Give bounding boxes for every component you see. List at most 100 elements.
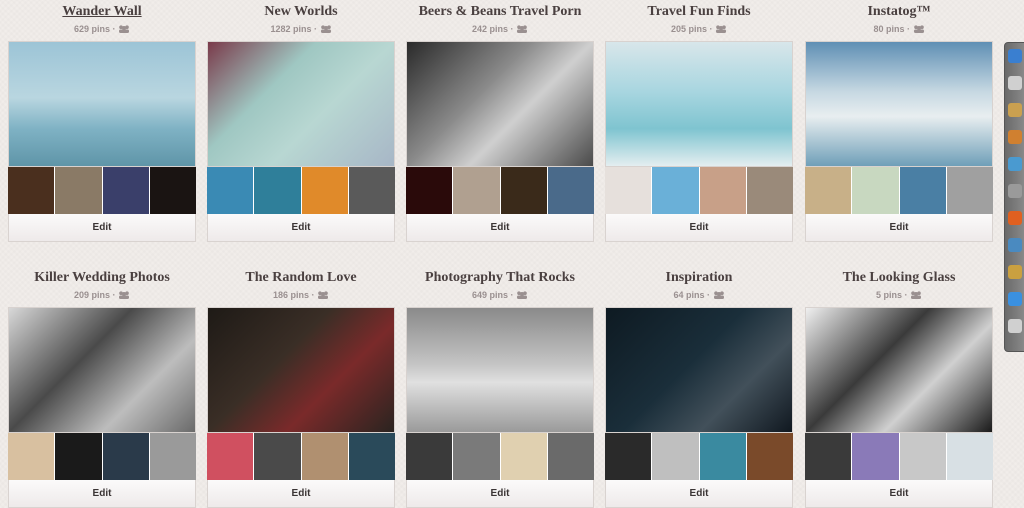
board-thumbnail[interactable] (55, 433, 102, 480)
board-cover-image[interactable] (207, 41, 395, 167)
board-thumbnail[interactable] (348, 167, 395, 214)
edit-board-button[interactable]: Edit (207, 480, 395, 508)
dock-app-icon[interactable] (1008, 319, 1022, 333)
board-thumbnail[interactable] (805, 167, 852, 214)
board-title[interactable]: New Worlds (207, 4, 395, 20)
board-thumbnail[interactable] (453, 433, 500, 480)
dock-app-icon[interactable] (1008, 103, 1022, 117)
board-thumbnail[interactable] (547, 433, 594, 480)
board-thumbnail[interactable] (946, 167, 993, 214)
board-title[interactable]: Beers & Beans Travel Porn (406, 4, 594, 20)
board-thumbnails (207, 167, 395, 214)
board-pin-count: 64 pins · (605, 290, 793, 300)
edit-board-button[interactable]: Edit (8, 214, 196, 242)
board-thumbnail[interactable] (254, 167, 301, 214)
board-pin-count: 1282 pins · (207, 24, 395, 34)
board-thumbnail[interactable] (406, 433, 453, 480)
board-thumbnail[interactable] (852, 433, 899, 480)
pin-count-label: 5 pins · (875, 290, 910, 300)
dock-app-icon[interactable] (1008, 49, 1022, 63)
edit-board-button[interactable]: Edit (207, 214, 395, 242)
board-thumbnail[interactable] (699, 433, 746, 480)
dock-app-icon[interactable] (1008, 211, 1022, 225)
board-pin-count: 649 pins · (406, 290, 594, 300)
board-thumbnail[interactable] (500, 167, 547, 214)
board-thumbnail[interactable] (102, 167, 149, 214)
dock-app-icon[interactable] (1008, 130, 1022, 144)
board-title[interactable]: The Random Love (207, 270, 395, 286)
board-thumbnail[interactable] (453, 167, 500, 214)
board-thumbnail[interactable] (348, 433, 395, 480)
board-title[interactable]: Wander Wall (8, 4, 196, 20)
edit-board-button[interactable]: Edit (406, 480, 594, 508)
board-thumbnail[interactable] (301, 433, 348, 480)
board-cover-image[interactable] (805, 41, 993, 167)
board-cover-image[interactable] (805, 307, 993, 433)
board-thumbnail[interactable] (500, 433, 547, 480)
board-title[interactable]: Killer Wedding Photos (8, 270, 196, 286)
board-thumbnail[interactable] (852, 167, 899, 214)
board-thumbnail[interactable] (254, 433, 301, 480)
pin-count-label: 649 pins · (471, 290, 516, 300)
dock-app-icon[interactable] (1008, 157, 1022, 171)
board-thumbnail[interactable] (149, 433, 196, 480)
board-title[interactable]: Inspiration (605, 270, 793, 286)
board-thumbnail[interactable] (8, 433, 55, 480)
dock-app-icon[interactable] (1008, 76, 1022, 90)
board-cover-image[interactable] (8, 41, 196, 167)
dock-app-icon[interactable] (1008, 292, 1022, 306)
board-cover-image[interactable] (406, 307, 594, 433)
board-cover-image[interactable] (207, 307, 395, 433)
board-cover-image[interactable] (8, 307, 196, 433)
group-board-icon (516, 291, 528, 299)
board-thumbnails (605, 433, 793, 480)
board-cover-image[interactable] (406, 41, 594, 167)
board-title[interactable]: Photography That Rocks (406, 270, 594, 286)
board-thumbnail[interactable] (149, 167, 196, 214)
group-board-icon (715, 25, 727, 33)
edit-board-button[interactable]: Edit (805, 480, 993, 508)
application-dock (1004, 42, 1024, 352)
board-pin-count: 242 pins · (406, 24, 594, 34)
board-thumbnail[interactable] (207, 167, 254, 214)
board-thumbnail[interactable] (547, 167, 594, 214)
edit-board-button[interactable]: Edit (406, 214, 594, 242)
edit-board-button[interactable]: Edit (605, 480, 793, 508)
group-board-icon (118, 291, 130, 299)
board-thumbnails (406, 167, 594, 214)
board-title[interactable]: The Looking Glass (805, 270, 993, 286)
edit-board-button[interactable]: Edit (805, 214, 993, 242)
board-thumbnail[interactable] (899, 433, 946, 480)
board-thumbnail[interactable] (699, 167, 746, 214)
board-title[interactable]: Travel Fun Finds (605, 4, 793, 20)
board-thumbnail[interactable] (652, 167, 699, 214)
pin-count-label: 1282 pins · (270, 24, 320, 34)
edit-board-button[interactable]: Edit (605, 214, 793, 242)
board-cover-image[interactable] (605, 41, 793, 167)
board-thumbnail[interactable] (605, 433, 652, 480)
board-thumbnail[interactable] (301, 167, 348, 214)
board-thumbnail[interactable] (55, 167, 102, 214)
group-board-icon (913, 25, 925, 33)
dock-app-icon[interactable] (1008, 265, 1022, 279)
board-thumbnail[interactable] (805, 433, 852, 480)
board-thumbnail[interactable] (652, 433, 699, 480)
board-thumbnail[interactable] (102, 433, 149, 480)
dock-app-icon[interactable] (1008, 184, 1022, 198)
board-thumbnail[interactable] (207, 433, 254, 480)
board-cover-image[interactable] (605, 307, 793, 433)
board-thumbnail[interactable] (899, 167, 946, 214)
group-board-icon (516, 25, 528, 33)
board-title[interactable]: Instatog™ (805, 4, 993, 20)
board-thumbnail[interactable] (8, 167, 55, 214)
board-thumbnail[interactable] (406, 167, 453, 214)
board-thumbnail[interactable] (746, 433, 793, 480)
pin-count-label: 80 pins · (873, 24, 913, 34)
board-thumbnail[interactable] (946, 433, 993, 480)
board-thumbnail[interactable] (746, 167, 793, 214)
edit-board-button[interactable]: Edit (8, 480, 196, 508)
pin-count-label: 242 pins · (471, 24, 516, 34)
dock-app-icon[interactable] (1008, 238, 1022, 252)
pin-count-label: 209 pins · (73, 290, 118, 300)
board-thumbnail[interactable] (605, 167, 652, 214)
